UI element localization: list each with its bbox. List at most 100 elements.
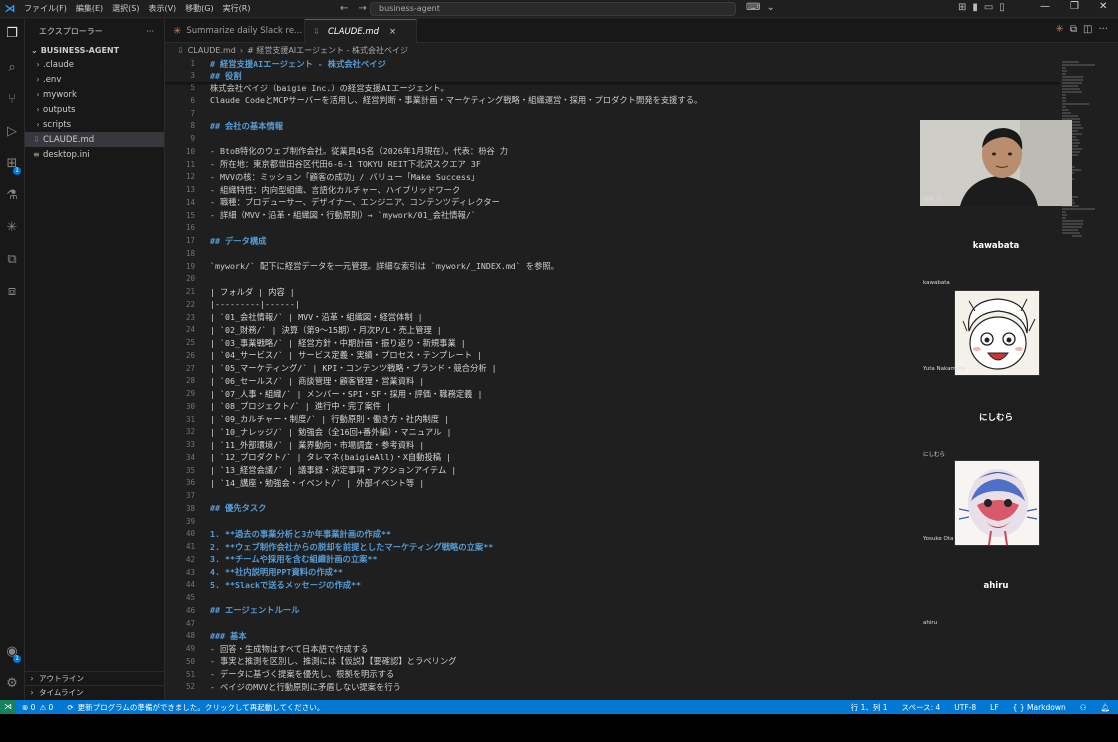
participant-name: にしむら xyxy=(923,452,946,458)
code-line[interactable]: 52 - ベイジのMVVと行動原則に矛盾しない提案を行う xyxy=(165,680,1060,693)
toggle-secondary-sidebar-icon[interactable]: ▯ xyxy=(999,2,1005,13)
python-icon[interactable]: ⧉ xyxy=(3,251,21,269)
claude-icon[interactable]: ✳ xyxy=(1055,24,1063,35)
code-text: 5. **Slackで送るメッセージの作成** xyxy=(210,579,362,590)
code-line[interactable]: 6 Claude CodeとMCPサーバーを活用し、経営判断・事業計画・マーケティ… xyxy=(165,94,1060,107)
cursor-position[interactable]: 行 1、列 1 xyxy=(851,702,888,713)
command-center-search[interactable]: business-agent xyxy=(370,2,736,16)
explorer-header: エクスプローラー ··· xyxy=(25,19,164,43)
minimap-line xyxy=(1062,67,1066,69)
code-text: | `12_プロダクト/` | タレマネ(baigieAll)・X自動投稿 | xyxy=(210,452,452,463)
minimap-line xyxy=(1062,85,1078,87)
code-line[interactable]: 5 株式会社ベイジ（baigie Inc.）の経営支援AIエージェント。 xyxy=(165,81,1060,94)
tree-item-desktop-ini[interactable]: ≡ desktop.ini xyxy=(25,147,164,162)
menu-file[interactable]: ファイル(F) xyxy=(24,3,67,14)
breadcrumb-section[interactable]: # 経営支援AIエージェント - 株式会社ベイジ xyxy=(247,45,408,56)
close-tab-icon[interactable]: × xyxy=(389,27,396,37)
code-text: 4. **社内説明用PPT資料の作成** xyxy=(210,567,343,577)
code-text: ## データ構成 xyxy=(210,235,267,246)
code-text: `mywork/` 配下に経営データを一元管理。詳細な索引は `mywork/_… xyxy=(210,261,559,271)
copilot-chat-icon[interactable]: ⌨ xyxy=(746,2,760,13)
line-number: 37 xyxy=(185,491,195,500)
breadcrumb-file[interactable]: CLAUDE.md xyxy=(188,46,236,55)
settings-gear-icon[interactable]: ⚙ xyxy=(3,675,21,693)
menu-edit[interactable]: 編集(E) xyxy=(76,3,103,14)
line-number: 7 xyxy=(190,108,195,118)
line-number: 6 xyxy=(190,95,195,105)
tree-item-env[interactable]: › .env xyxy=(25,72,164,87)
tree-item-mywork[interactable]: › mywork xyxy=(25,87,164,102)
video-call-panel: 枌谷 力 kawabata kawabata Yuta Nakamura にしむ… xyxy=(920,120,1072,640)
more-actions-icon[interactable]: ··· xyxy=(146,27,154,36)
line-number: 1 xyxy=(190,59,195,68)
tree-item-claude[interactable]: › .claude xyxy=(25,57,164,72)
line-number: 29 xyxy=(185,389,195,398)
line-number: 39 xyxy=(185,516,195,526)
tab-summarize-slack[interactable]: ✳ Summarize daily Slack re... xyxy=(165,19,305,43)
minimap-line xyxy=(1062,109,1069,111)
run-debug-icon[interactable]: ▷ xyxy=(3,123,21,141)
participant-tile: Yuta Nakamura xyxy=(920,290,1072,376)
code-line[interactable]: 7 xyxy=(165,107,1060,120)
errors-count[interactable]: ⊗ 0 xyxy=(22,703,35,712)
forward-arrow-icon[interactable]: → xyxy=(358,3,366,14)
end-of-line[interactable]: LF xyxy=(990,703,999,712)
code-text: 3. **チームや採用を含む組織計画の立案** xyxy=(210,554,378,565)
tree-item-claude-md[interactable]: ⇩ CLAUDE.md xyxy=(25,132,164,147)
explorer-sidebar: エクスプローラー ··· ⌄ BUSINESS-AGENT › .claude … xyxy=(25,19,165,700)
more-actions-icon[interactable]: ··· xyxy=(1098,24,1108,35)
copilot-status-icon[interactable]: ⚇ xyxy=(1080,703,1087,712)
indentation[interactable]: スペース: 4 xyxy=(902,702,941,713)
update-message[interactable]: 更新プログラムの準備ができました。クリックして再起動してください。 xyxy=(78,702,325,713)
workspace-folder[interactable]: ⌄ BUSINESS-AGENT xyxy=(25,43,164,57)
code-text: 2. **ウェブ制作会社からの脱却を前提としたマーケティング戦略の立案** xyxy=(210,541,494,552)
code-line[interactable]: 51 - データに基づく提案を優先し、根拠を明示する xyxy=(165,668,1060,681)
line-number: 19 xyxy=(185,261,195,271)
language-mode[interactable]: { } Markdown xyxy=(1013,703,1066,712)
remote-indicator-icon[interactable]: ⋊ xyxy=(0,700,16,714)
search-icon[interactable]: ⌕ xyxy=(3,59,21,77)
customize-layout-icon[interactable]: ⊞ xyxy=(958,2,966,13)
code-line[interactable]: 50 - 事実と推測を区別し、推測には【仮説】【要確認】とラベリング xyxy=(165,655,1060,668)
tree-item-scripts[interactable]: › scripts xyxy=(25,117,164,132)
timeline-section[interactable]: › タイムライン xyxy=(25,685,165,699)
encoding[interactable]: UTF-8 xyxy=(954,703,976,712)
settings-file-icon: ≡ xyxy=(33,150,40,159)
open-preview-icon[interactable]: ⧉ xyxy=(1070,24,1077,35)
testing-icon[interactable]: ⚗ xyxy=(3,187,21,205)
menu-view[interactable]: 表示(V) xyxy=(148,3,176,14)
toggle-sidebar-icon[interactable]: ▮ xyxy=(972,2,978,13)
toggle-panel-icon[interactable]: ▭ xyxy=(984,2,993,13)
code-line[interactable]: 49 - 回答・生成物はすべて日本語で作成する xyxy=(165,642,1060,655)
language-label: Markdown xyxy=(1027,702,1066,712)
tab-claude-md[interactable]: ⇩ CLAUDE.md × xyxy=(305,19,417,43)
sticky-scroll-line[interactable]: 3 ## 役割 xyxy=(165,69,1060,82)
menu-go[interactable]: 移動(G) xyxy=(185,3,213,14)
close-icon[interactable]: ✕ xyxy=(1099,1,1107,12)
tree-item-label: .claude xyxy=(43,59,74,70)
maximize-icon[interactable]: ❐ xyxy=(1070,1,1079,12)
line-number: 41 xyxy=(185,542,195,551)
explorer-icon[interactable]: ❐ xyxy=(3,25,21,43)
code-text: - 職種：プロデューサー、デザイナー、エンジニア、コンテンツディレクター xyxy=(210,197,500,208)
avatar xyxy=(954,460,1040,546)
menu-run[interactable]: 実行(R) xyxy=(223,3,251,14)
remote-explorer-icon[interactable]: ⧈ xyxy=(3,283,21,301)
tree-item-outputs[interactable]: › outputs xyxy=(25,102,164,117)
participant-tile: 枌谷 力 xyxy=(920,120,1072,206)
code-text: | `06_セールス/` | 商談管理・顧客管理・営業資料 | xyxy=(210,375,425,386)
minimap-line xyxy=(1062,97,1066,99)
chevron-down-icon[interactable]: ⌄ xyxy=(766,2,774,13)
vscode-window: ⋊ ファイル(F) 編集(E) 選択(S) 表示(V) 移動(G) 実行(R) … xyxy=(0,0,1118,714)
warnings-count[interactable]: ⚠ 0 xyxy=(39,703,53,712)
back-arrow-icon[interactable]: ← xyxy=(340,3,348,14)
split-editor-icon[interactable]: ◫ xyxy=(1083,24,1092,35)
markdown-file-icon: ⇩ xyxy=(313,27,320,36)
notifications-bell-icon[interactable]: 🔔︎ xyxy=(1100,703,1110,712)
menu-selection[interactable]: 選択(S) xyxy=(112,3,139,14)
minimize-icon[interactable]: — xyxy=(1040,1,1050,12)
editor-tab-bar: ✳ Summarize daily Slack re... ⇩ CLAUDE.m… xyxy=(165,19,1118,43)
source-control-icon[interactable]: ⑂ xyxy=(3,91,21,109)
claude-icon[interactable]: ✳ xyxy=(3,219,21,237)
outline-section[interactable]: › アウトライン xyxy=(25,671,165,685)
